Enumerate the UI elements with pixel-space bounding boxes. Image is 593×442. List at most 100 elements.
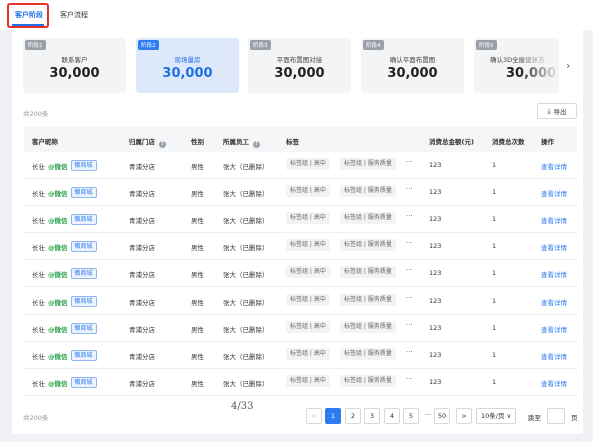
staff-cell: 张大（已删除）	[223, 352, 269, 361]
store-cell: 青浦分店	[129, 298, 155, 307]
customer-cell: 长壮 @微信 徽商城	[32, 187, 97, 200]
stage-count: 30,000	[162, 66, 213, 81]
customer-cell: 长壮 @微信 徽商城	[32, 268, 97, 281]
channel-tag: 徽商城	[70, 322, 97, 334]
table-row: 长壮 @微信 徽商城 青浦分店 男性 张大（已删除） 标签组 | 高中 标签组 | 服务质量 ·…	[24, 288, 577, 315]
stage-count: 30,000	[49, 66, 100, 81]
info-icon[interactable]: ?	[253, 141, 260, 148]
stage-card-2[interactable]: 阶段2 现场量房 30,000	[136, 38, 239, 93]
last-page-button[interactable]: 50	[434, 408, 450, 424]
more-tags-button[interactable]: ···	[406, 375, 413, 383]
staff-cell: 张大（已删除）	[223, 163, 269, 171]
stage-tabs-bar: 客户阶段 客户流程	[0, 0, 593, 30]
times-cell: 1	[492, 323, 497, 332]
col-gender: 性别	[191, 138, 204, 146]
wechat-channel: @微信	[48, 190, 68, 199]
times-cell: 1	[492, 269, 497, 278]
times-cell: 1	[492, 188, 497, 197]
gender-cell: 男性	[191, 298, 204, 307]
times-cell: 1	[492, 215, 497, 224]
tab-customer-stage[interactable]: 客户阶段	[15, 10, 43, 20]
table-row: 长壮 @微信 徽商城 青浦分店 男性 张大（已删除） 标签组 | 高中 标签组 | 服务质量 ·…	[24, 233, 577, 261]
col-action: 操作	[541, 138, 554, 146]
view-details-link[interactable]: 查看详情	[541, 378, 567, 388]
col-store-label: 归属门店	[129, 138, 155, 146]
staff-cell: 张大（已删除）	[223, 244, 269, 253]
more-tags-button[interactable]: ···	[406, 294, 413, 302]
label-tag: 标签组 | 高中	[286, 185, 330, 198]
page-4-button[interactable]: 4	[384, 408, 400, 424]
stage-chip: 阶段4	[363, 40, 384, 50]
staff-cell: 张大（已删除）	[223, 217, 269, 226]
chevron-right-icon[interactable]: ›	[566, 59, 570, 72]
active-tab-underline	[12, 24, 44, 26]
store-cell: 青浦分店	[129, 244, 155, 253]
more-tags-button[interactable]: ···	[406, 212, 413, 220]
table-header: 客户昵称 归属门店? 性别 所属员工? 标签 消费总金额(元) 消费总次数 操作	[24, 127, 577, 152]
more-tags-button[interactable]: ···	[406, 266, 413, 274]
stage-card-4[interactable]: 阶段4 确认平面布置图 30,000	[361, 38, 464, 93]
view-details-link[interactable]: 查看详情	[541, 242, 567, 252]
staff-cell: 张大（已删除）	[223, 325, 269, 334]
stage-card-5[interactable]: 阶段5 确认3D全屋设计方 30,000	[474, 38, 559, 93]
stage-count: 30,000	[274, 66, 325, 81]
label-tag: 标签组 | 服务质量	[340, 293, 396, 306]
more-tags-button[interactable]: ···	[406, 348, 413, 356]
more-tags-button[interactable]: ···	[406, 158, 413, 166]
more-tags-button[interactable]: ···	[406, 239, 413, 247]
wechat-channel: @微信	[48, 244, 68, 253]
view-details-link[interactable]: 查看详情	[541, 161, 567, 171]
table-row: 长壮 @微信 徽商城 青浦分店 男性 张大（已删除） 标签组 | 高中 标签组 | 服务质量 ·…	[24, 315, 577, 342]
info-icon[interactable]: ?	[159, 141, 166, 148]
gender-cell: 男性	[191, 217, 204, 226]
channel-tag: 徽商城	[70, 187, 97, 199]
gender-cell: 男性	[191, 271, 204, 280]
label-tag: 标签组 | 服务质量	[340, 185, 396, 198]
gender-cell: 男性	[191, 163, 204, 171]
view-details-link[interactable]: 查看详情	[541, 351, 567, 361]
view-details-link[interactable]: 查看详情	[541, 188, 567, 198]
view-details-link[interactable]: 查看详情	[541, 324, 567, 334]
wechat-channel: @微信	[48, 352, 68, 361]
staff-cell: 张大（已删除）	[223, 190, 269, 199]
page-5-button[interactable]: 5	[403, 408, 419, 424]
total-count-top: 共200条	[23, 110, 49, 118]
table-row: 长壮 @微信 徽商城 青浦分店 男性 张大（已删除） 标签组 | 高中 标签组 | 服务质量 ·…	[24, 342, 577, 369]
jump-label: 跳至	[528, 414, 541, 422]
prev-page-button[interactable]: <	[306, 408, 322, 424]
label-tag: 标签组 | 高中	[286, 158, 330, 170]
more-tags-button[interactable]: ···	[406, 185, 413, 193]
channel-tag: 徽商城	[70, 214, 97, 226]
page-unit-label: 页	[571, 414, 578, 422]
page-3-button[interactable]: 3	[364, 408, 380, 424]
download-icon: ⤓	[547, 106, 551, 115]
store-cell: 青浦分店	[129, 271, 155, 280]
page-1-button[interactable]: 1	[325, 408, 341, 424]
label-tag: 标签组 | 服务质量	[340, 374, 396, 387]
stage-card-3[interactable]: 阶段3 平面布置图对接 30,000	[248, 38, 351, 93]
times-cell: 1	[492, 161, 497, 169]
view-details-link[interactable]: 查看详情	[541, 269, 567, 279]
page-size-select[interactable]: 10条/页 ∨	[476, 408, 517, 424]
tab-customer-process[interactable]: 客户流程	[60, 10, 88, 20]
gender-cell: 男性	[191, 190, 204, 199]
store-cell: 青浦分店	[129, 190, 155, 199]
amount-cell: 123	[429, 269, 442, 278]
channel-tag: 徽商城	[70, 160, 97, 171]
label-tag: 标签组 | 高中	[286, 320, 330, 333]
customer-name: 长壮	[32, 298, 45, 307]
jump-page-input[interactable]	[547, 408, 565, 424]
view-details-link[interactable]: 查看详情	[541, 215, 567, 225]
stage-card-1[interactable]: 阶段1 联系客户 30,000	[23, 38, 126, 93]
more-tags-button[interactable]: ···	[406, 321, 413, 329]
next-page-button[interactable]: >	[456, 408, 472, 424]
label-tag: 标签组 | 高中	[286, 239, 330, 252]
view-details-link[interactable]: 查看详情	[541, 297, 567, 307]
customer-name: 长壮	[32, 163, 45, 171]
stage-name: 现场量房	[174, 56, 201, 64]
export-button[interactable]: ⤓ 导出	[537, 103, 577, 119]
page-fraction: 4/33	[231, 401, 254, 412]
page-2-button[interactable]: 2	[345, 408, 361, 424]
customer-name: 长壮	[32, 190, 45, 199]
store-cell: 青浦分店	[129, 217, 155, 226]
